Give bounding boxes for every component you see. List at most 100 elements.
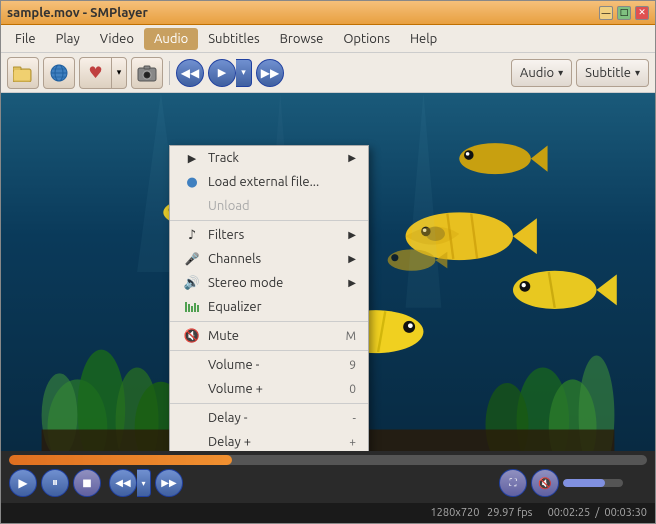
audio-track-label: Audio [520,66,554,80]
mute-icon: 🔇 [182,328,202,344]
stop-ctrl-button[interactable]: ■ [73,469,101,497]
track-icon: ▶ [182,150,202,166]
delay-up-label: Delay + [208,435,329,449]
menu-video[interactable]: Video [90,28,144,50]
play-ctrl-button[interactable]: ▶ [9,469,37,497]
close-button[interactable]: ✕ [635,6,649,20]
load-external-label: Load external file... [208,175,356,189]
status-bar: 1280x720 29.97 fps 00:02:25 / 00:03:30 [1,503,655,523]
audio-menu-channels[interactable]: 🎤 Channels ▶ [170,247,368,271]
audio-menu-unload: Unload [170,194,368,218]
track-submenu-arrow: ▶ [348,152,356,164]
audio-track-dropdown[interactable]: Audio ▾ [511,59,572,87]
audio-menu-delay-down[interactable]: Delay - - [170,406,368,430]
play-button[interactable]: ▶ [208,59,236,87]
menu-browse[interactable]: Browse [270,28,334,50]
camera-icon [137,64,157,82]
vol-up-label: Volume + [208,382,329,396]
filters-submenu-arrow: ▶ [348,229,356,241]
delay-up-icon [182,434,202,450]
volume-fill [563,479,605,487]
volume-slider[interactable] [563,479,623,487]
play-dropdown-icon: ▾ [241,67,246,78]
progress-bar[interactable] [9,455,647,465]
delay-down-shortcut: - [353,412,356,425]
audio-menu-equalizer[interactable]: Equalizer [170,295,368,319]
audio-dropdown-arrow: ▾ [558,67,563,79]
play-group: ▶ ▾ [208,59,252,87]
pause-ctrl-button[interactable]: ⏸ [41,469,69,497]
menu-sep-1 [170,220,368,221]
menu-help[interactable]: Help [400,28,447,50]
audio-menu-delay-up[interactable]: Delay + + [170,430,368,451]
progress-row [9,455,647,465]
menu-sep-4 [170,403,368,404]
minimize-button[interactable]: — [599,6,613,20]
audio-menu-stereo[interactable]: 🔊 Stereo mode ▶ [170,271,368,295]
stereo-icon: 🔊 [182,275,202,291]
separator-1 [169,61,170,85]
window-controls: — □ ✕ [599,6,649,20]
vol-up-icon [182,381,202,397]
stereo-label: Stereo mode [208,276,340,290]
subtitle-dropdown-arrow: ▾ [635,67,640,79]
audio-menu-vol-down[interactable]: Volume - 9 [170,353,368,377]
vol-down-label: Volume - [208,358,329,372]
favorites-button[interactable]: ♥ [79,57,111,89]
mute-shortcut: M [346,330,356,343]
fullscreen-ctrl-button[interactable]: ⛶ [499,469,527,497]
load-external-icon: ● [182,174,202,190]
channels-icon: 🎤 [182,251,202,267]
open-button[interactable] [7,57,39,89]
play-ctrl-icon: ▶ [18,476,27,490]
delay-down-icon [182,410,202,426]
channels-label: Channels [208,252,340,266]
menu-subtitles[interactable]: Subtitles [198,28,269,50]
forward-button[interactable]: ▶▶ [256,59,284,87]
progress-fill [9,455,232,465]
favorites-dropdown-button[interactable]: ▾ [111,57,127,89]
stereo-submenu-arrow: ▶ [348,277,356,289]
prev-dropdown-button[interactable]: ▾ [137,469,151,497]
vol-down-icon [182,357,202,373]
audio-menu-vol-up[interactable]: Volume + 0 [170,377,368,401]
next-ctrl-button[interactable]: ▶▶ [155,469,183,497]
play-dropdown-button[interactable]: ▾ [236,59,252,87]
window-title: sample.mov - SMPlayer [7,6,148,20]
stop-ctrl-icon: ■ [82,477,91,489]
screenshot-button[interactable] [131,57,163,89]
toolbar: ♥ ▾ ◀◀ ▶ ▾ [1,53,655,93]
prev-dropdown-icon: ▾ [141,479,145,488]
video-area[interactable]: ▶ Track ▶ ● Load external file... Unload… [1,93,655,451]
url-button[interactable] [43,57,75,89]
audio-menu: ▶ Track ▶ ● Load external file... Unload… [169,145,369,451]
menu-play[interactable]: Play [46,28,90,50]
maximize-button[interactable]: □ [617,6,631,20]
resolution-display: 1280x720 29.97 fps 00:02:25 / 00:03:30 [430,507,647,519]
rewind-button[interactable]: ◀◀ [176,59,204,87]
audio-menu-load-external[interactable]: ● Load external file... [170,170,368,194]
controls-bar: ▶ ⏸ ■ ◀◀ ▾ ▶▶ [1,451,655,503]
menu-audio[interactable]: Audio [144,28,198,50]
menu-file[interactable]: File [5,28,46,50]
audio-menu-filters[interactable]: ♪ Filters ▶ [170,223,368,247]
prev-ctrl-button[interactable]: ◀◀ [109,469,137,497]
next-ctrl-icon: ▶▶ [161,477,176,489]
folder-icon [13,64,33,82]
subtitle-track-label: Subtitle [585,66,631,80]
vol-up-shortcut: 0 [349,383,356,396]
unload-icon [182,198,202,214]
favorites-group: ♥ ▾ [79,57,127,89]
main-window: sample.mov - SMPlayer — □ ✕ File Play Vi… [0,0,656,524]
subtitle-track-dropdown[interactable]: Subtitle ▾ [576,59,649,87]
heart-icon: ♥ [88,63,102,82]
audio-menu-mute[interactable]: 🔇 Mute M [170,324,368,348]
mute-ctrl-button[interactable]: 🔇 [531,469,559,497]
track-label: Track [208,151,340,165]
forward-icon: ▶▶ [261,66,279,80]
menu-options[interactable]: Options [333,28,400,50]
unload-label: Unload [208,199,356,213]
audio-menu-track[interactable]: ▶ Track ▶ [170,146,368,170]
equalizer-icon [182,299,202,315]
menubar: File Play Video Audio Subtitles Browse O… [1,25,655,53]
